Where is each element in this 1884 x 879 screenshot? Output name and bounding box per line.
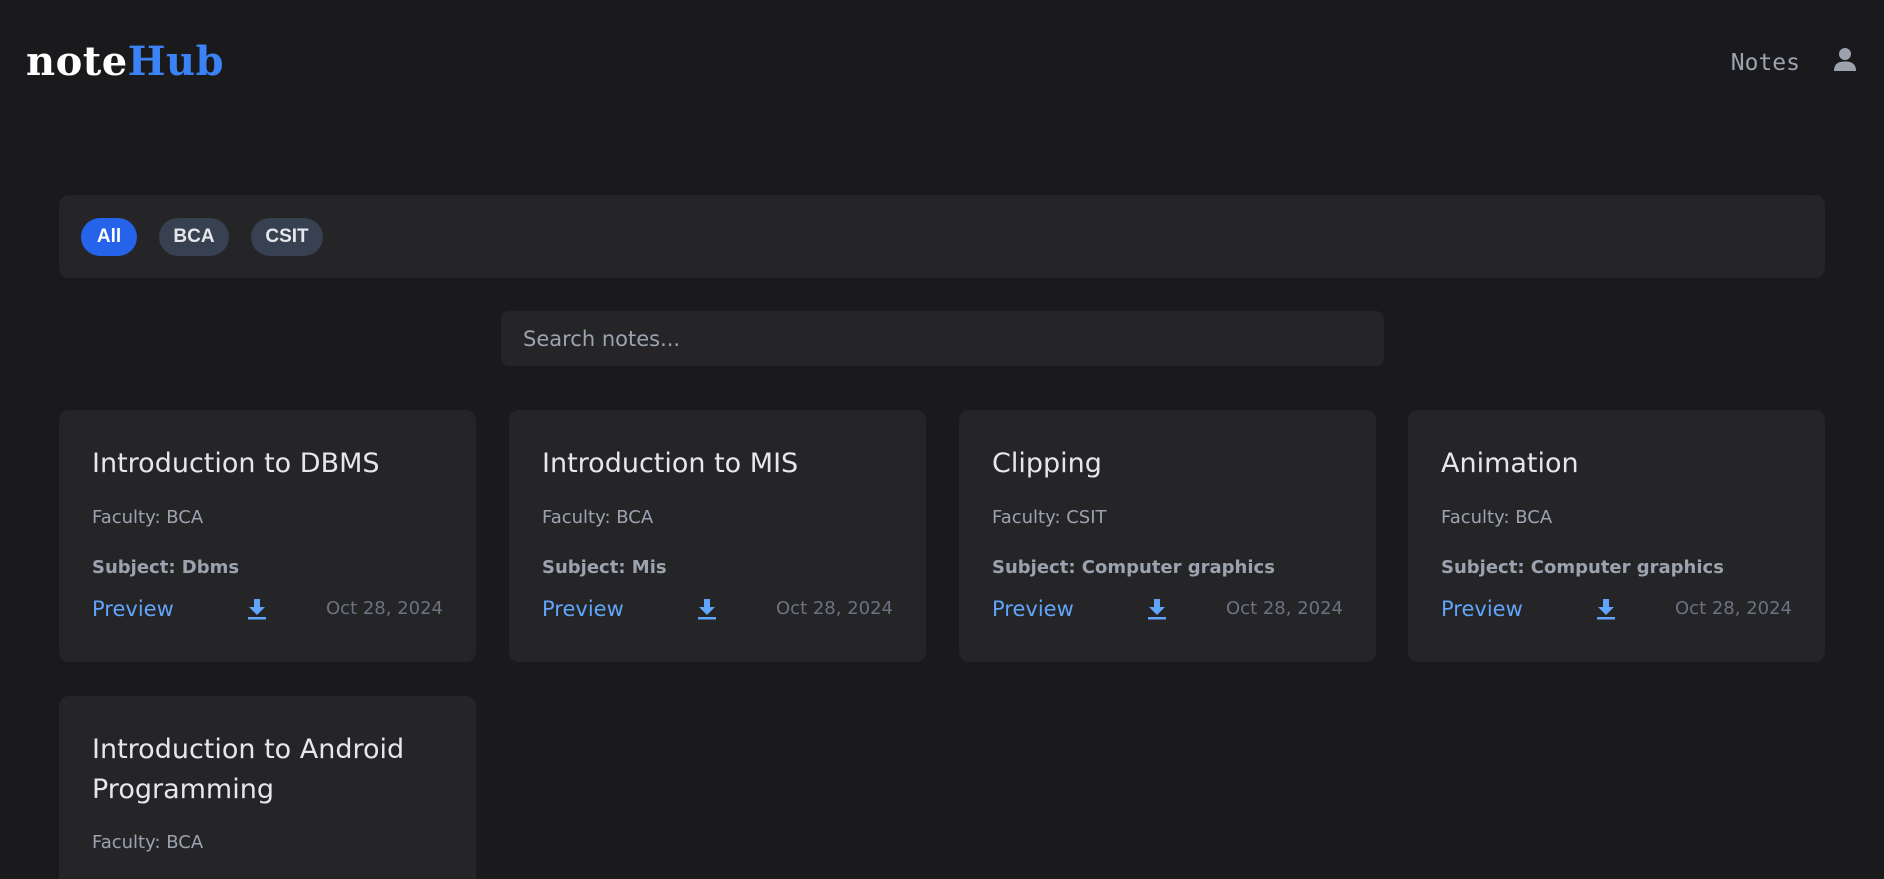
preview-link[interactable]: Preview [1441,595,1523,623]
subject-value: Computer graphics [1081,557,1275,578]
subject-label: Subject: [92,557,182,578]
subject-value: Dbms [181,557,240,578]
note-date: Oct 28, 2024 [326,598,443,619]
note-subject: Subject: Computer graphics [992,556,1275,580]
faculty-value: BCA [166,832,204,853]
preview-link[interactable]: Preview [542,595,624,623]
download-icon[interactable] [695,597,719,621]
note-card: Introduction to MIS Faculty: BCA Subject… [509,410,926,662]
note-title: Introduction to MIS [542,448,799,479]
faculty-label: Faculty: [542,507,617,528]
faculty-label: Faculty: [992,507,1067,528]
note-title: Animation [1441,448,1579,479]
filter-chip-csit[interactable]: CSIT [251,218,323,256]
note-subject: Subject: Dbms [92,556,239,580]
note-card: Introduction to Android Programming Facu… [59,696,476,879]
filter-chip-bca[interactable]: BCA [159,218,229,256]
preview-link[interactable]: Preview [992,595,1074,623]
faculty-label: Faculty: [92,832,167,853]
subject-value: Computer graphics [1530,557,1724,578]
note-title: Introduction to DBMS [92,448,380,479]
download-icon[interactable] [1145,597,1169,621]
nav-link-notes[interactable]: Notes [1731,48,1800,78]
faculty-value: BCA [166,507,204,528]
subject-value: Mis [631,557,667,578]
note-title: Clipping [992,448,1102,479]
faculty-label: Faculty: [1441,507,1516,528]
note-subject: Subject: Mis [542,556,667,580]
faculty-value: BCA [616,507,654,528]
note-faculty: Faculty: BCA [1441,506,1552,530]
logo[interactable]: noteHub [26,38,224,86]
preview-link[interactable]: Preview [92,595,174,623]
search-input[interactable] [501,311,1384,366]
faculty-filter-bar: All BCA CSIT [59,195,1825,278]
subject-label: Subject: [542,557,632,578]
note-subject: Subject: Computer graphics [1441,556,1724,580]
user-icon[interactable] [1833,47,1857,73]
download-icon[interactable] [1594,597,1618,621]
faculty-value: CSIT [1066,507,1107,528]
faculty-label: Faculty: [92,507,167,528]
note-card: Introduction to DBMS Faculty: BCA Subjec… [59,410,476,662]
note-date: Oct 28, 2024 [1226,598,1343,619]
download-icon[interactable] [245,597,269,621]
note-faculty: Faculty: BCA [92,831,203,855]
logo-text-hub: Hub [127,38,225,85]
subject-label: Subject: [1441,557,1531,578]
note-faculty: Faculty: CSIT [992,506,1107,530]
subject-label: Subject: [992,557,1082,578]
page: noteHub Notes All BCA CSIT Introduction … [0,0,1884,879]
note-title: Introduction to Android Programming [92,734,405,805]
note-card: Animation Faculty: BCA Subject: Computer… [1408,410,1825,662]
filter-chip-all[interactable]: All [81,218,137,256]
note-faculty: Faculty: BCA [542,506,653,530]
note-card: Clipping Faculty: CSIT Subject: Computer… [959,410,1376,662]
note-date: Oct 28, 2024 [1675,598,1792,619]
note-date: Oct 28, 2024 [776,598,893,619]
logo-text-note: note [26,38,128,85]
faculty-value: BCA [1515,507,1553,528]
note-faculty: Faculty: BCA [92,506,203,530]
header: noteHub Notes [0,0,1884,126]
